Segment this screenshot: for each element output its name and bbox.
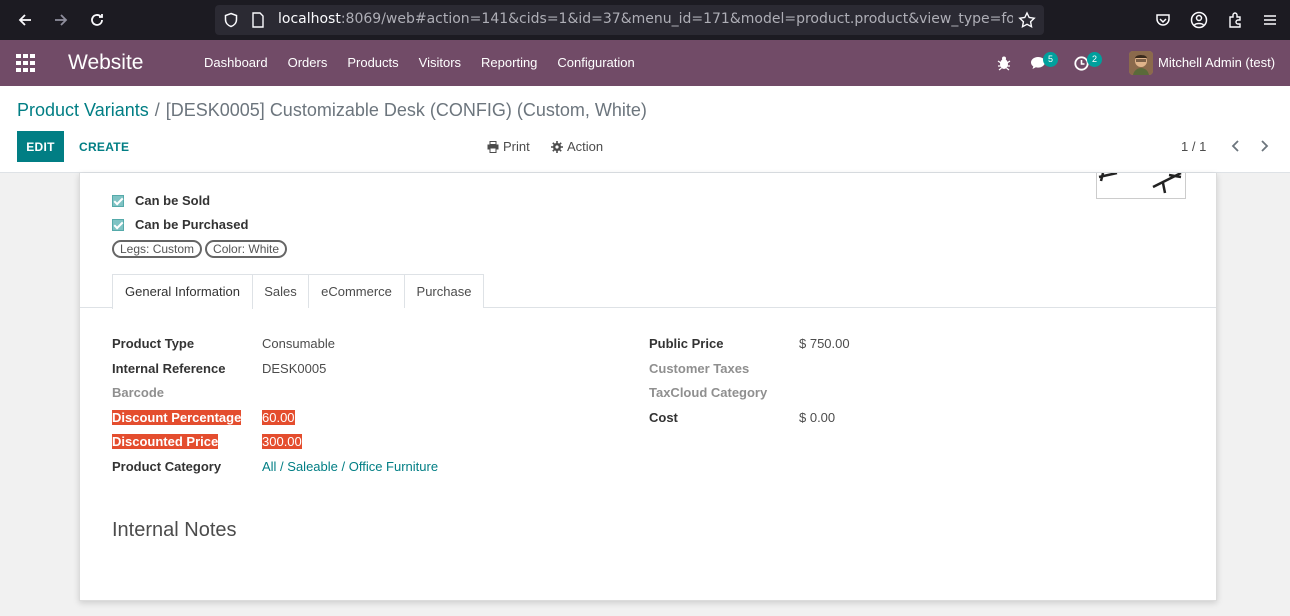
menu-dashboard[interactable]: Dashboard xyxy=(194,40,278,86)
reload-icon[interactable] xyxy=(85,8,109,32)
cost-label: Cost xyxy=(649,410,678,425)
url-text[interactable]: localhost:8069/web#action=141&cids=1&id=… xyxy=(278,11,1013,27)
product-name-title-partial xyxy=(380,173,520,177)
print-dropdown[interactable]: Print xyxy=(487,139,530,154)
discount-percentage-label: Discount Percentage xyxy=(112,410,242,425)
product-category-label: Product Category xyxy=(112,459,222,474)
gear-icon xyxy=(551,140,563,153)
discount-percentage-value: 60.00 xyxy=(262,410,295,425)
can-be-sold-label: Can be Sold xyxy=(135,193,211,208)
can-be-purchased-checkbox[interactable] xyxy=(112,218,124,231)
pocket-icon[interactable] xyxy=(1151,8,1175,32)
activities-count-badge: 2 xyxy=(1087,52,1102,67)
tab-purchase[interactable]: Purchase xyxy=(404,274,484,308)
can-be-sold-row[interactable]: Can be Sold xyxy=(112,193,210,208)
attribute-tag: Legs: Custom xyxy=(112,240,203,258)
product-category-link[interactable]: All / Saleable / Office Furniture xyxy=(262,459,438,474)
attribute-tag: Color: White xyxy=(205,240,288,258)
customer-taxes-label: Customer Taxes xyxy=(649,361,750,376)
edit-button[interactable]: EDIT xyxy=(17,131,64,162)
debug-bug-icon[interactable] xyxy=(997,55,1011,74)
breadcrumb-separator: / xyxy=(154,100,160,120)
can-be-purchased-row[interactable]: Can be Purchased xyxy=(112,217,248,232)
main-navbar: Website Dashboard Orders Products Visito… xyxy=(0,40,1290,86)
app-grid-icon[interactable] xyxy=(16,54,36,72)
browser-toolbar: localhost:8069/web#action=141&cids=1&id=… xyxy=(0,0,1290,40)
internal-reference-label: Internal Reference xyxy=(112,361,226,376)
url-bar[interactable]: localhost:8069/web#action=141&cids=1&id=… xyxy=(215,5,1044,35)
pager-previous-icon[interactable] xyxy=(1228,137,1244,155)
tab-general-information[interactable]: General Information xyxy=(112,274,253,309)
shield-icon[interactable] xyxy=(223,12,239,32)
account-icon[interactable] xyxy=(1187,8,1211,32)
user-name[interactable]: Mitchell Admin (test) xyxy=(1158,55,1275,70)
breadcrumb-parent-link[interactable]: Product Variants xyxy=(17,100,149,120)
menu-visitors[interactable]: Visitors xyxy=(409,40,471,86)
back-icon[interactable] xyxy=(13,8,37,32)
internal-notes-title: Internal Notes xyxy=(112,519,237,541)
can-be-sold-checkbox[interactable] xyxy=(112,194,124,207)
barcode-label: Barcode xyxy=(112,385,165,400)
top-menu: Dashboard Orders Products Visitors Repor… xyxy=(194,40,645,86)
tab-sales[interactable]: Sales xyxy=(252,274,309,308)
product-type-label: Product Type xyxy=(112,336,195,351)
tab-ecommerce[interactable]: eCommerce xyxy=(308,274,405,308)
menu-orders[interactable]: Orders xyxy=(278,40,338,86)
pager-value[interactable]: 1 / 1 xyxy=(1181,139,1206,154)
taxcloud-category-label: TaxCloud Category xyxy=(649,385,768,400)
cost-value: $ 0.00 xyxy=(799,410,836,425)
menu-reporting[interactable]: Reporting xyxy=(471,40,547,86)
action-dropdown[interactable]: Action xyxy=(551,139,603,154)
internal-reference-value: DESK0005 xyxy=(262,361,327,376)
forward-icon[interactable] xyxy=(49,8,73,32)
create-button[interactable]: CREATE xyxy=(79,131,129,162)
action-label: Action xyxy=(567,139,604,154)
menu-products[interactable]: Products xyxy=(337,40,408,86)
user-avatar[interactable] xyxy=(1129,51,1153,75)
menu-icon[interactable] xyxy=(1258,8,1282,32)
control-panel: Product Variants / [DESK0005] Customizable… xyxy=(0,86,1290,173)
form-sheet: Can be Sold Can be Purchased Legs: Custo… xyxy=(79,173,1217,601)
extensions-icon[interactable] xyxy=(1223,8,1247,32)
form-tabs: General Information Sales eCommerce Purc… xyxy=(80,274,1216,309)
app-brand[interactable]: Website xyxy=(68,51,143,75)
page-icon xyxy=(251,12,265,32)
can-be-purchased-label: Can be Purchased xyxy=(135,217,249,232)
pager-next-icon[interactable] xyxy=(1256,137,1272,155)
public-price-value: $ 750.00 xyxy=(799,336,850,351)
messages-count-badge: 5 xyxy=(1043,52,1058,67)
public-price-label: Public Price xyxy=(649,336,724,351)
print-label: Print xyxy=(503,139,530,154)
product-image[interactable] xyxy=(1096,173,1186,199)
discounted-price-label: Discounted Price xyxy=(112,434,219,449)
url-path: :8069/web#action=141&cids=1&id=37&menu_i… xyxy=(340,11,1013,27)
breadcrumb: Product Variants / [DESK0005] Customizable… xyxy=(17,100,647,121)
bookmark-star-icon[interactable] xyxy=(1018,11,1036,33)
discounted-price-value: 300.00 xyxy=(262,434,302,449)
breadcrumb-current: [DESK0005] Customizable Desk (CONFIG) (C… xyxy=(165,100,647,120)
url-host: localhost xyxy=(278,11,341,27)
menu-configuration[interactable]: Configuration xyxy=(547,40,644,86)
attribute-tags: Legs: Custom Color: White xyxy=(112,240,288,258)
product-type-value: Consumable xyxy=(262,336,335,351)
print-icon xyxy=(487,140,499,153)
